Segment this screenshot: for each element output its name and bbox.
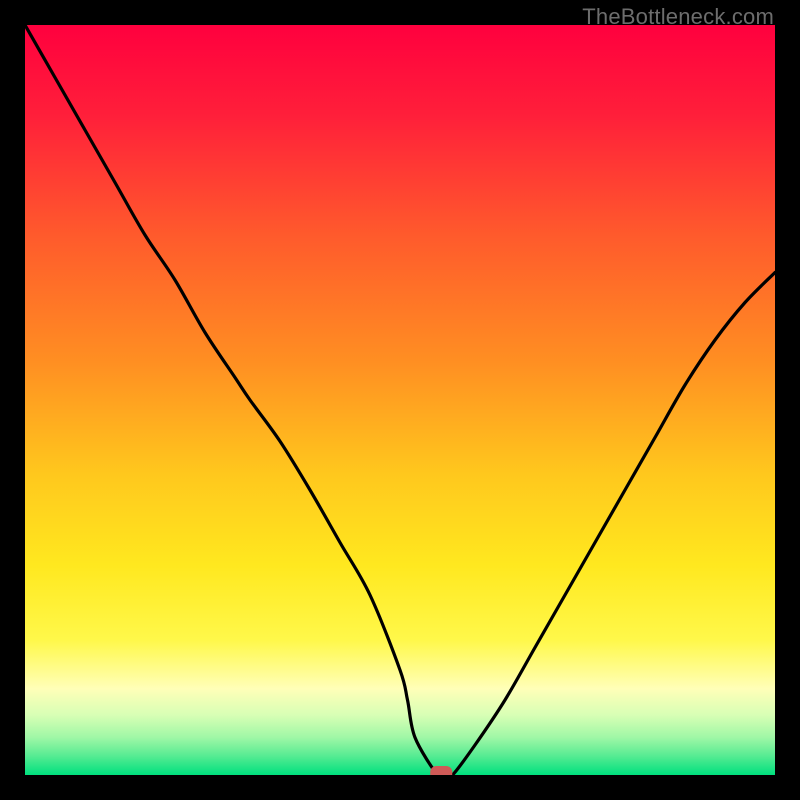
chart-frame: TheBottleneck.com <box>0 0 800 800</box>
gradient-background <box>25 25 775 775</box>
bottleneck-chart <box>25 25 775 775</box>
optimal-marker <box>430 766 452 775</box>
watermark-text: TheBottleneck.com <box>582 4 774 30</box>
